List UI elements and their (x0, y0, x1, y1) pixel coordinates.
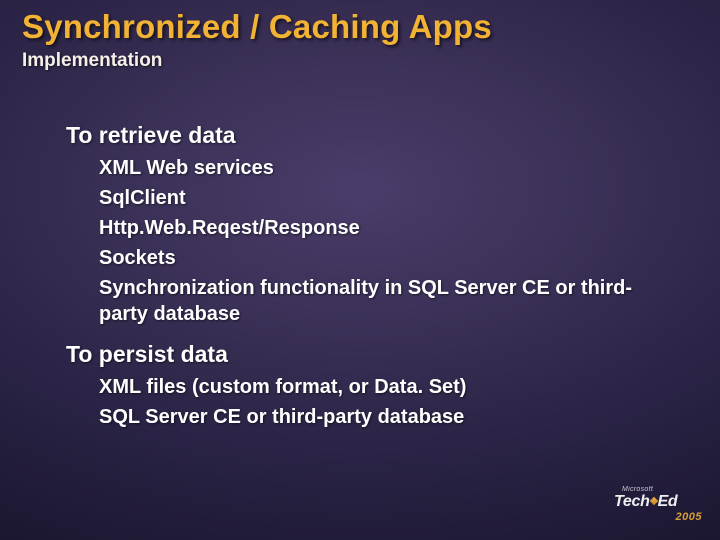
slide-subtitle: Implementation (22, 50, 162, 72)
heading-text: To retrieve data (66, 122, 236, 148)
diamond-bullet-icon (74, 194, 83, 203)
item-text: XML files (custom format, or Data. Set) (99, 376, 466, 398)
logo-brand-a: Tech (614, 494, 650, 510)
diamond-bullet-icon (74, 164, 83, 173)
list-item: Synchronization functionality in SQL Ser… (74, 275, 659, 327)
item-text: Sockets (99, 247, 176, 269)
list-item: SqlClient (74, 185, 659, 211)
diamond-bullet-icon (74, 413, 83, 422)
logo-vendor: Microsoft (614, 486, 704, 493)
slide-title: Synchronized / Caching Apps (22, 8, 492, 46)
slide-content: To retrieve data XML Web services SqlCli… (40, 108, 690, 434)
list-item: XML files (custom format, or Data. Set) (74, 374, 659, 400)
item-text: SqlClient (99, 187, 186, 209)
item-text: Http.Web.Reqest/Response (99, 217, 360, 239)
teched-logo: Microsoft Tech Ed 2005 (614, 486, 704, 528)
item-text: XML Web services (99, 157, 274, 179)
diamond-bullet-icon (74, 224, 83, 233)
slide: Synchronized / Caching Apps Implementati… (0, 0, 720, 540)
list-item: Sockets (74, 245, 659, 271)
logo-brand-b: Ed (658, 493, 678, 510)
diamond-icon (649, 497, 657, 505)
logo-year: 2005 (614, 511, 704, 523)
list-item: SQL Server CE or third-party database (74, 404, 659, 430)
list-item: XML Web services (74, 155, 659, 181)
diamond-bullet-icon (74, 254, 83, 263)
diamond-bullet-icon (74, 383, 83, 392)
heading-text: To persist data (66, 341, 228, 367)
logo-brand: Tech Ed (614, 494, 704, 510)
diamond-bullet-icon (40, 351, 50, 361)
section-heading: To retrieve data (40, 122, 690, 149)
diamond-bullet-icon (74, 284, 83, 293)
item-text: Synchronization functionality in SQL Ser… (99, 277, 632, 325)
diamond-bullet-icon (40, 132, 50, 142)
list-item: Http.Web.Reqest/Response (74, 215, 659, 241)
section-heading: To persist data (40, 341, 690, 368)
item-text: SQL Server CE or third-party database (99, 406, 464, 428)
